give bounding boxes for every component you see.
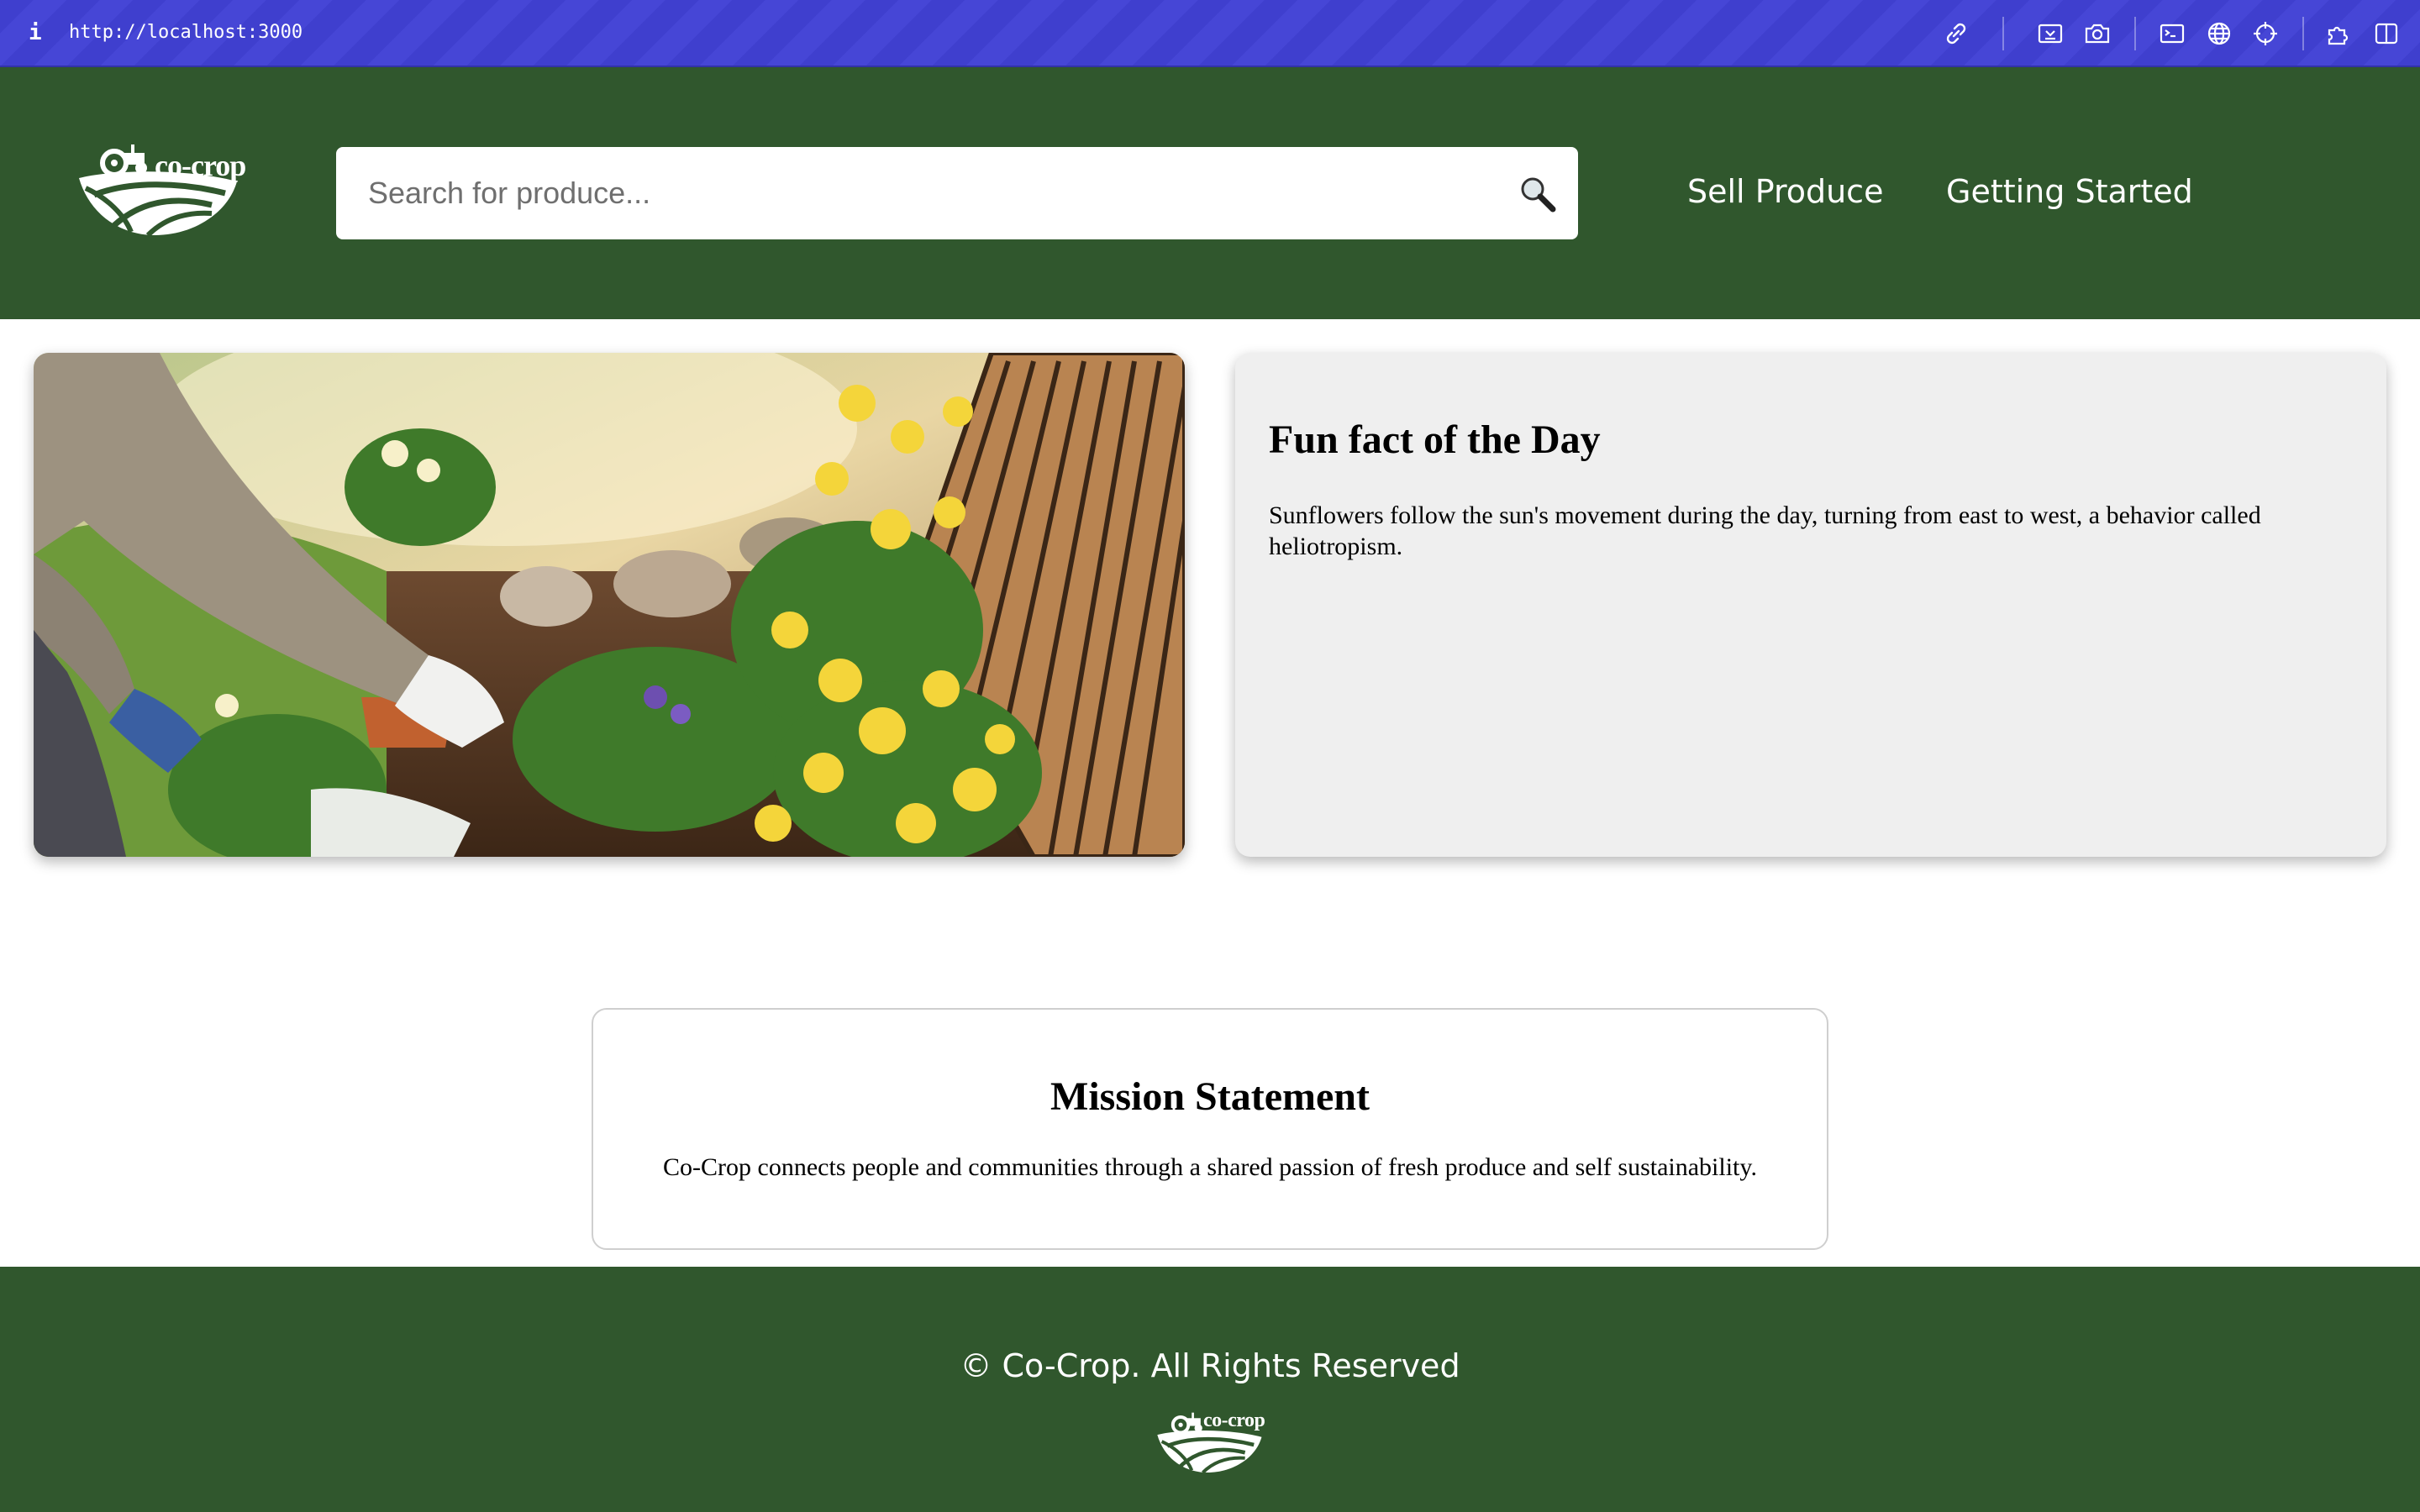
mission-title: Mission Statement: [1050, 1074, 1370, 1119]
browser-toolbar: i http://localhost:3000: [0, 0, 2420, 67]
gardening-hero-image: [34, 353, 1185, 857]
search-icon[interactable]: [1518, 174, 1556, 213]
site-header: co-crop Sell Produce Getting Started: [0, 67, 2420, 319]
copyright-text: © Co-Crop. All Rights Reserved: [960, 1347, 1460, 1384]
globe-icon[interactable]: [2204, 18, 2234, 49]
camera-icon[interactable]: [2082, 18, 2112, 49]
crosshair-icon[interactable]: [2250, 18, 2281, 49]
logo-wordmark: co-crop: [155, 149, 246, 182]
split-panel-icon[interactable]: [2371, 18, 2402, 49]
info-icon[interactable]: i: [29, 20, 42, 45]
toolbar-divider: [2134, 17, 2136, 50]
toolbar-divider: [2002, 17, 2004, 50]
co-crop-logo[interactable]: co-crop: [77, 144, 255, 238]
fun-fact-title: Fun fact of the Day: [1269, 417, 1601, 462]
fun-fact-text: Sunflowers follow the sun's movement dur…: [1269, 501, 2261, 560]
mission-text: Co-Crop connects people and communities …: [663, 1153, 1757, 1181]
inspect-icon[interactable]: [2035, 18, 2065, 49]
footer-logo: co-crop: [1156, 1410, 1274, 1477]
search-input[interactable]: [368, 147, 1486, 239]
address-url[interactable]: http://localhost:3000: [69, 22, 302, 43]
footer-logo-wordmark: co-crop: [1203, 1410, 1265, 1431]
nav-getting-started[interactable]: Getting Started: [1946, 173, 2193, 210]
mission-statement-card: Mission Statement Co-Crop connects peopl…: [592, 1008, 1828, 1250]
toolbar-divider: [2302, 17, 2304, 50]
extensions-icon[interactable]: [2324, 18, 2354, 49]
terminal-icon[interactable]: [2157, 18, 2187, 49]
link-icon[interactable]: [1941, 18, 1971, 49]
search-bar: [336, 147, 1578, 239]
fun-fact-card: Fun fact of the Day Sunflowers follow th…: [1235, 353, 2386, 857]
site-footer: © Co-Crop. All Rights Reserved co-crop: [0, 1267, 2420, 1512]
nav-sell-produce[interactable]: Sell Produce: [1687, 173, 1883, 210]
